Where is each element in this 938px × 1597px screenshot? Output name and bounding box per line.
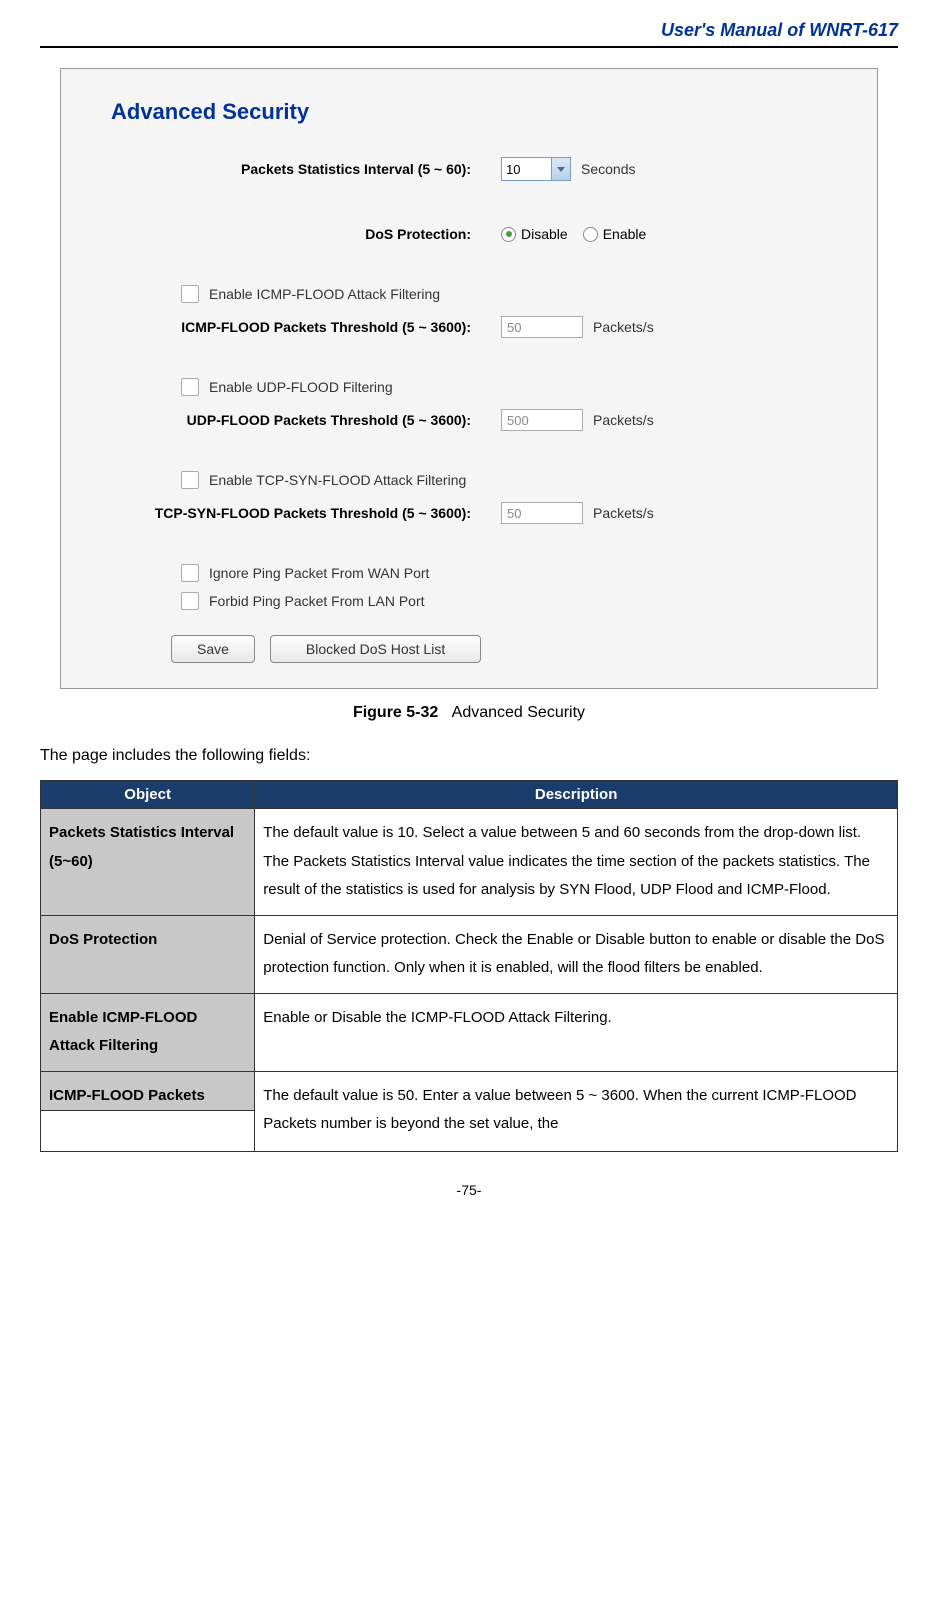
icmp-threshold-input[interactable]: 50 <box>501 316 583 338</box>
figure-number: Figure 5-32 <box>353 704 438 721</box>
document-header: User's Manual of WNRT-617 <box>40 20 898 41</box>
table-row-object: ICMP-FLOOD Packets <box>41 1071 255 1111</box>
udp-filter-label: Enable UDP-FLOOD Filtering <box>209 379 393 395</box>
stats-interval-value: 10 <box>506 162 520 177</box>
intro-text: The page includes the following fields: <box>40 747 898 765</box>
udp-threshold-input[interactable]: 500 <box>501 409 583 431</box>
stats-interval-label: Packets Statistics Interval (5 ~ 60): <box>101 161 501 177</box>
icmp-unit: Packets/s <box>593 319 654 335</box>
icmp-filter-label: Enable ICMP-FLOOD Attack Filtering <box>209 286 440 302</box>
screenshot-panel: Advanced Security Packets Statistics Int… <box>60 68 878 689</box>
panel-title: Advanced Security <box>101 99 837 125</box>
blocked-dos-button[interactable]: Blocked DoS Host List <box>270 635 481 663</box>
forbid-lan-label: Forbid Ping Packet From LAN Port <box>209 593 425 609</box>
table-row-description: Enable or Disable the ICMP-FLOOD Attack … <box>255 993 898 1071</box>
table-row-description: The default value is 50. Enter a value b… <box>255 1071 898 1152</box>
table-row-object: Packets Statistics Interval (5~60) <box>41 809 255 916</box>
dos-disable-label: Disable <box>521 226 568 242</box>
tcp-filter-checkbox[interactable] <box>181 471 199 489</box>
table-header-description: Description <box>255 781 898 809</box>
table-header-object: Object <box>41 781 255 809</box>
stats-interval-unit: Seconds <box>581 161 635 177</box>
save-button[interactable]: Save <box>171 635 255 663</box>
table-row-object: Enable ICMP-FLOOD Attack Filtering <box>41 993 255 1071</box>
table-row-object: DoS Protection <box>41 915 255 993</box>
icmp-filter-checkbox[interactable] <box>181 285 199 303</box>
figure-caption: Figure 5-32 Advanced Security <box>40 704 898 722</box>
chevron-down-icon[interactable] <box>551 158 570 180</box>
tcp-threshold-label: TCP-SYN-FLOOD Packets Threshold (5 ~ 360… <box>101 505 501 521</box>
ignore-wan-checkbox[interactable] <box>181 564 199 582</box>
tcp-filter-label: Enable TCP-SYN-FLOOD Attack Filtering <box>209 472 466 488</box>
udp-unit: Packets/s <box>593 412 654 428</box>
dos-protection-label: DoS Protection: <box>101 226 501 242</box>
figure-text: Advanced Security <box>452 704 585 721</box>
dos-enable-label: Enable <box>603 226 647 242</box>
tcp-threshold-input[interactable]: 50 <box>501 502 583 524</box>
dos-disable-radio[interactable] <box>501 227 516 242</box>
page-number: -75- <box>40 1182 898 1198</box>
dos-enable-radio[interactable] <box>583 227 598 242</box>
ignore-wan-label: Ignore Ping Packet From WAN Port <box>209 565 429 581</box>
icmp-threshold-label: ICMP-FLOOD Packets Threshold (5 ~ 3600): <box>101 319 501 335</box>
stats-interval-dropdown[interactable]: 10 <box>501 157 571 181</box>
table-row-object-empty <box>41 1111 255 1152</box>
tcp-unit: Packets/s <box>593 505 654 521</box>
udp-threshold-label: UDP-FLOOD Packets Threshold (5 ~ 3600): <box>101 412 501 428</box>
table-row-description: Denial of Service protection. Check the … <box>255 915 898 993</box>
udp-filter-checkbox[interactable] <box>181 378 199 396</box>
fields-table: Object Description Packets Statistics In… <box>40 780 898 1152</box>
header-divider <box>40 46 898 48</box>
forbid-lan-checkbox[interactable] <box>181 592 199 610</box>
table-row-description: The default value is 10. Select a value … <box>255 809 898 916</box>
